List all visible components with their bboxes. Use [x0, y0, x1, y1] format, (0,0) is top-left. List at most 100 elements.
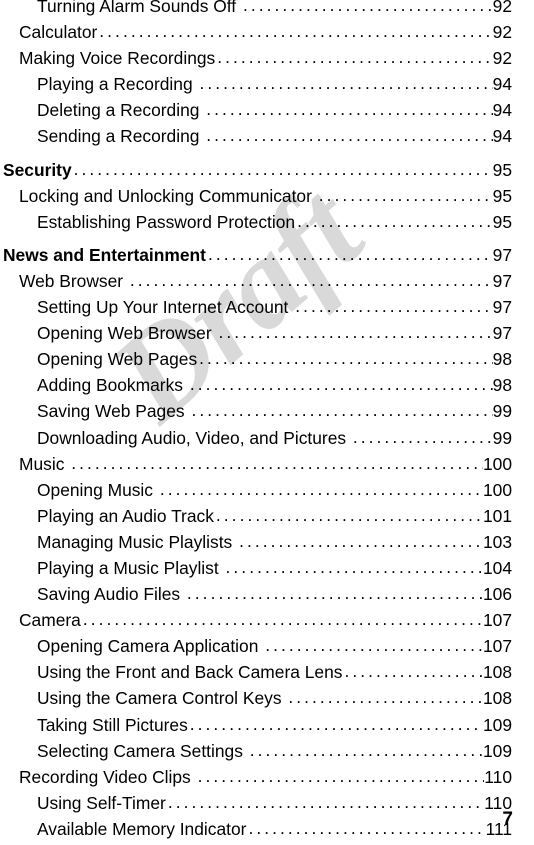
toc-dot-leader: ........................................…: [265, 635, 483, 656]
toc-dot-leader: ........................................…: [248, 817, 485, 838]
toc-dot-leader: ........................................…: [225, 556, 483, 577]
toc-dot-leader: ........................................…: [352, 426, 493, 447]
toc-entry[interactable]: Making Voice Recordings.................…: [0, 47, 534, 74]
toc-entry-title: Locking and Unlocking Communicator: [19, 185, 312, 206]
toc-entry-page-number: 110: [484, 766, 512, 787]
toc-entry[interactable]: News and Entertainment..................…: [0, 244, 534, 271]
toc-entry-page-number: 92: [492, 0, 512, 16]
toc-entry-title: Selecting Camera Settings: [37, 740, 243, 761]
toc-entry[interactable]: Establishing Password Protection........…: [0, 211, 534, 238]
toc-entry[interactable]: Selecting Camera Settings...............…: [0, 739, 534, 767]
toc-entry[interactable]: Playing a Recording.....................…: [0, 73, 534, 100]
toc-entry[interactable]: Opening Camera Application..............…: [0, 635, 534, 662]
toc-entry-title: Establishing Password Protection: [37, 211, 296, 232]
toc-entry-title: Opening Web Pages: [37, 349, 198, 370]
toc-entry-title: Saving Web Pages: [37, 401, 185, 422]
toc-entry-page-number: 92: [492, 22, 512, 43]
toc-entry[interactable]: Saving Audio Files......................…: [0, 583, 534, 610]
toc-dot-leader: ........................................…: [99, 21, 493, 42]
toc-entry[interactable]: Locking and Unlocking Communicator......…: [0, 184, 534, 212]
toc-entry[interactable]: Setting Up Your Internet Account........…: [0, 296, 534, 323]
toc-entry[interactable]: Recording Video Clips...................…: [0, 765, 534, 793]
toc-entry-page-number: 97: [492, 244, 512, 265]
toc-entry-title: Opening Music: [37, 479, 153, 500]
toc-dot-leader: ........................................…: [288, 687, 483, 708]
toc-entry-page-number: 92: [492, 48, 512, 69]
toc-entry-page-number: 97: [492, 297, 512, 318]
toc-dot-leader: ........................................…: [199, 73, 493, 94]
toc-dot-leader: ........................................…: [239, 530, 483, 551]
toc-entry-title: News and Entertainment: [3, 244, 206, 265]
toc-entry-title: Using the Front and Back Camera Lens: [37, 662, 343, 683]
toc-dot-leader: ........................................…: [344, 661, 483, 682]
toc-entry[interactable]: Opening Music...........................…: [0, 478, 534, 506]
toc-entry-page-number: 109: [482, 714, 512, 735]
toc-entry-title: Sending a Recording: [37, 126, 200, 147]
toc-entry[interactable]: Playing an Audio Track..................…: [0, 505, 534, 532]
toc-entry[interactable]: Available Memory Indicator..............…: [0, 817, 534, 845]
toc-entry-page-number: 94: [492, 126, 512, 147]
toc-entry[interactable]: Music...................................…: [0, 453, 534, 480]
toc-entry[interactable]: Security................................…: [0, 158, 534, 186]
toc-entry-page-number: 100: [482, 453, 512, 474]
toc-entry-title: Saving Audio Files: [37, 584, 181, 605]
toc-entry[interactable]: Opening Web Pages.......................…: [0, 348, 534, 375]
toc-entry-page-number: 101: [482, 505, 512, 526]
toc-dot-leader: ........................................…: [318, 184, 493, 205]
toc-entry[interactable]: Deleting a Recording....................…: [0, 99, 534, 126]
toc-entry-page-number: 99: [492, 427, 512, 448]
toc-dot-leader: ........................................…: [73, 158, 493, 179]
toc-entry-title: Using the Camera Control Keys: [37, 688, 282, 709]
toc-entry[interactable]: Managing Music Playlists................…: [0, 530, 534, 558]
toc-entry[interactable]: Turning Alarm Sounds Off................…: [0, 0, 534, 22]
toc-entry-page-number: 98: [492, 375, 512, 396]
toc-entry[interactable]: Web Browser.............................…: [0, 269, 534, 297]
toc-entry-title: Setting Up Your Internet Account: [37, 297, 289, 318]
toc-entry-title: Deleting a Recording: [37, 100, 200, 121]
toc-entry-title: Camera: [19, 610, 81, 631]
toc-entry-title: Opening Web Browser: [37, 323, 212, 344]
toc-entry-title: Turning Alarm Sounds Off: [37, 0, 237, 16]
toc-dot-leader: ........................................…: [199, 348, 492, 369]
page-number: 7: [502, 809, 513, 830]
toc-entry-title: Security: [3, 159, 72, 180]
toc-entry[interactable]: Opening Web Browser.....................…: [0, 322, 534, 349]
toc-entry-title: Taking Still Pictures: [37, 714, 188, 735]
toc-entry[interactable]: Using Self-Timer........................…: [0, 791, 534, 819]
toc-entry-title: Web Browser: [19, 270, 124, 291]
toc-entry[interactable]: Using the Front and Back Camera Lens....…: [0, 661, 534, 688]
toc-entry[interactable]: Adding Bookmarks........................…: [0, 374, 534, 401]
toc-entry-title: Recording Video Clips: [19, 766, 191, 787]
toc-entry-page-number: 107: [482, 610, 512, 631]
toc-dot-leader: ........................................…: [129, 269, 493, 290]
toc-dot-leader: ........................................…: [206, 99, 492, 120]
toc-dot-leader: ........................................…: [189, 374, 493, 395]
toc-entry[interactable]: Downloading Audio, Video, and Pictures..…: [0, 426, 534, 454]
toc-entry-page-number: 109: [482, 740, 512, 761]
toc-dot-leader: ........................................…: [189, 713, 483, 734]
toc-dot-leader: ........................................…: [82, 609, 483, 630]
toc-entry-title: Managing Music Playlists: [37, 531, 233, 552]
toc-entry[interactable]: Taking Still Pictures...................…: [0, 713, 534, 741]
toc-entry[interactable]: Sending a Recording.....................…: [0, 125, 534, 152]
toc-dot-leader: ........................................…: [218, 322, 492, 343]
toc-entry[interactable]: Camera..................................…: [0, 609, 534, 636]
toc-dot-leader: ........................................…: [217, 47, 493, 68]
toc-entry-title: Playing an Audio Track: [37, 505, 214, 526]
toc-entry-page-number: 100: [482, 479, 512, 500]
toc-entry-page-number: 108: [482, 662, 512, 683]
toc-entry-page-number: 107: [482, 636, 512, 657]
toc-entry[interactable]: Playing a Music Playlist................…: [0, 556, 534, 584]
toc-entry[interactable]: Saving Web Pages........................…: [0, 400, 534, 427]
toc-dot-leader: ........................................…: [159, 478, 483, 499]
toc-entry-title: Using Self-Timer: [37, 792, 166, 813]
toc-dot-leader: ........................................…: [167, 791, 485, 812]
toc-dot-leader: ........................................…: [249, 739, 483, 760]
toc-dot-leader: ........................................…: [197, 765, 485, 786]
toc-entry[interactable]: Using the Camera Control Keys...........…: [0, 687, 534, 714]
table-of-contents: Turning Alarm Sounds Off................…: [0, 0, 534, 845]
toc-entry-page-number: 95: [492, 211, 512, 232]
toc-entry-title: Adding Bookmarks: [37, 375, 183, 396]
toc-entry[interactable]: Calculator..............................…: [0, 21, 534, 48]
toc-entry-title: Downloading Audio, Video, and Pictures: [37, 427, 347, 448]
